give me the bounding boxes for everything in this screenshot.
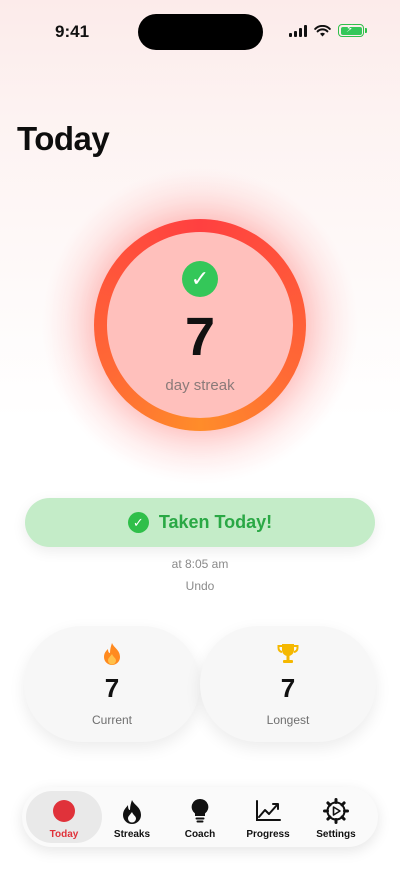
cellular-signal-icon xyxy=(289,24,307,37)
tab-settings[interactable]: Settings xyxy=(301,791,371,843)
chart-icon xyxy=(233,798,303,824)
current-streak-label: Current xyxy=(91,713,132,727)
status-bar: 9:41 ⚡ xyxy=(0,0,400,64)
trophy-icon xyxy=(200,642,376,668)
tab-streaks[interactable]: Streaks xyxy=(97,791,167,843)
undo-button[interactable]: Undo xyxy=(150,579,250,593)
taken-today-button[interactable]: ✓ Taken Today! xyxy=(25,498,375,547)
tab-progress[interactable]: Progress xyxy=(233,791,303,843)
tab-coach[interactable]: Coach xyxy=(165,791,235,843)
tab-coach-label: Coach xyxy=(184,829,216,840)
tab-progress-label: Progress xyxy=(246,829,290,840)
status-time: 9:41 xyxy=(55,22,90,41)
wifi-icon xyxy=(314,24,331,36)
tab-bar: Today Streaks Coach Progress Settings xyxy=(22,787,378,847)
battery-icon: ⚡ xyxy=(338,24,367,37)
tab-today-label: Today xyxy=(49,829,79,840)
tab-today[interactable]: Today xyxy=(26,791,102,843)
status-icons: ⚡ xyxy=(289,24,367,37)
page-title: Today xyxy=(17,120,110,157)
tab-streaks-label: Streaks xyxy=(113,829,151,840)
check-circle-icon: ✓ xyxy=(127,512,149,533)
taken-time: at 8:05 am xyxy=(171,557,229,571)
checkmark-icon: ✓ xyxy=(182,261,218,297)
flame-icon xyxy=(97,798,167,824)
tab-settings-label: Settings xyxy=(316,829,356,840)
longest-streak-label: Longest xyxy=(266,713,310,727)
red-dot-icon xyxy=(26,798,102,824)
taken-today-label: Taken Today! xyxy=(158,512,273,532)
lightbulb-icon xyxy=(165,798,235,824)
current-streak-value: 7 xyxy=(104,673,120,703)
current-streak-card: 7 Current xyxy=(24,626,200,742)
dynamic-island xyxy=(138,14,263,50)
flame-icon xyxy=(24,642,200,668)
longest-streak-value: 7 xyxy=(280,673,296,703)
longest-streak-card: 7 Longest xyxy=(200,626,376,742)
streak-count: 7 xyxy=(184,307,216,367)
gear-icon xyxy=(301,798,371,824)
streak-label: day streak xyxy=(165,377,235,394)
